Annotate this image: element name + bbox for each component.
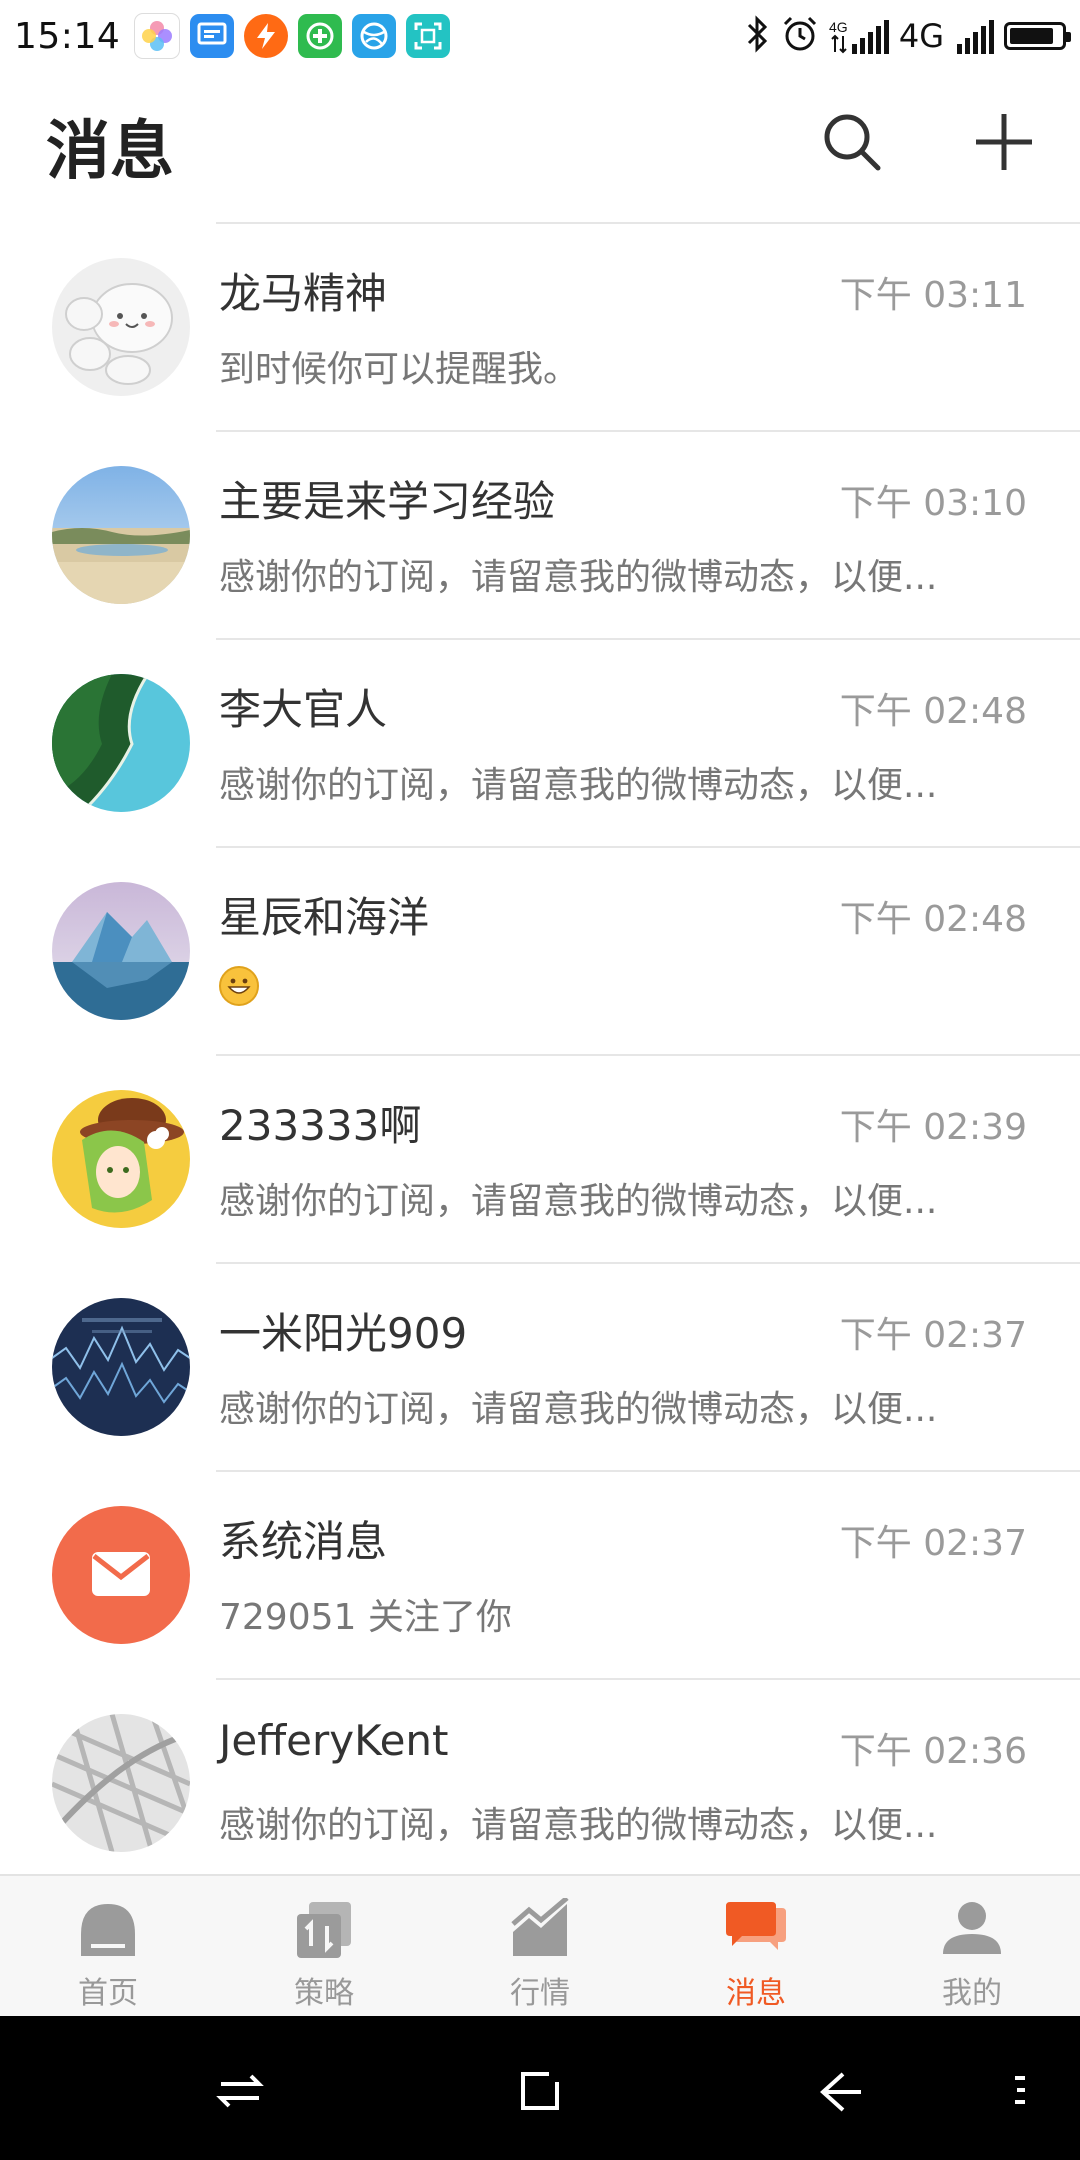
signal-strength-icon-2 — [954, 18, 994, 54]
message-item[interactable]: 系统消息 下午 02:37 729051 关注了你 — [0, 1470, 1080, 1678]
contact-name: 系统消息 — [219, 1517, 388, 1566]
back-arrow-icon — [820, 2072, 861, 2112]
message-preview: 感谢你的订阅，请留意我的微博动态，以便... — [219, 1181, 938, 1222]
switch-button[interactable] — [205, 2056, 275, 2126]
contact-name: 龙马精神 — [219, 269, 388, 318]
battery-icon — [1004, 22, 1071, 50]
message-app-icon — [190, 14, 235, 58]
network-type-label: 4G — [898, 17, 944, 55]
avatar[interactable] — [52, 1714, 190, 1852]
flash-app-icon — [244, 14, 289, 58]
divider — [216, 1470, 1080, 1472]
avatar[interactable] — [52, 1090, 190, 1228]
system-nav-bar — [0, 2016, 1080, 2160]
message-time: 下午 02:36 — [839, 1731, 1027, 1772]
square-icon — [521, 2072, 559, 2110]
profile-icon — [939, 1896, 1005, 1962]
divider — [216, 1678, 1080, 1680]
contact-name: 星辰和海洋 — [219, 893, 430, 942]
home-system-button[interactable] — [505, 2056, 575, 2126]
message-preview: 感谢你的订阅，请留意我的微博动态，以便... — [219, 765, 938, 806]
bottom-nav: 首页 策略 行情 消息 我的 — [0, 1874, 1080, 2016]
message-item[interactable]: 主要是来学习经验 下午 03:10 感谢你的订阅，请留意我的微博动态，以便... — [0, 430, 1080, 638]
back-button[interactable] — [805, 2056, 875, 2126]
alarm-icon — [781, 15, 819, 57]
message-time: 下午 02:37 — [839, 1523, 1027, 1564]
nav-label: 消息 — [726, 1976, 786, 2011]
message-preview: 到时候你可以提醒我。 — [219, 349, 580, 390]
status-left: 15:14 — [14, 13, 460, 59]
contact-name: 一米阳光909 — [219, 1309, 468, 1358]
photos-app-icon — [134, 13, 181, 59]
message-item[interactable]: 李大官人 下午 02:48 感谢你的订阅，请留意我的微博动态，以便... — [0, 638, 1080, 846]
message-preview: 感谢你的订阅，请留意我的微博动态，以便... — [219, 1805, 938, 1846]
message-item[interactable]: 龙马精神 下午 03:11 到时候你可以提醒我。 — [0, 222, 1080, 430]
message-time: 下午 02:48 — [839, 691, 1027, 732]
avatar[interactable] — [52, 674, 190, 812]
avatar[interactable] — [52, 882, 190, 1020]
menu-button[interactable] — [985, 2056, 1055, 2126]
message-item[interactable]: 星辰和海洋 下午 02:48 — [0, 846, 1080, 1054]
market-chart-icon — [507, 1896, 573, 1962]
bluetooth-icon — [745, 15, 771, 57]
search-icon — [824, 114, 881, 171]
message-preview: 729051 关注了你 — [219, 1597, 512, 1638]
divider — [216, 1262, 1080, 1264]
status-bar: 15:14 4G 4G — [0, 0, 1080, 72]
signal-strength-icon: 4G — [829, 18, 889, 54]
message-time: 下午 03:11 — [839, 275, 1027, 316]
divider — [216, 1054, 1080, 1056]
avatar[interactable] — [52, 466, 190, 604]
contact-name: 233333啊 — [219, 1101, 422, 1150]
nav-label: 我的 — [942, 1976, 1002, 2011]
contact-name: 李大官人 — [219, 685, 388, 734]
plus-icon — [976, 114, 1032, 170]
avatar[interactable] — [52, 1298, 190, 1436]
switch-arrows-icon — [216, 2074, 264, 2108]
home-icon — [75, 1896, 141, 1962]
add-app-icon — [298, 14, 343, 58]
header: 消息 — [0, 72, 1080, 222]
system-message-avatar[interactable] — [52, 1506, 190, 1644]
contact-name: 主要是来学习经验 — [219, 477, 556, 526]
message-time: 下午 02:48 — [839, 899, 1027, 940]
nav-profile[interactable]: 我的 — [864, 1876, 1080, 2016]
avatar[interactable] — [52, 258, 190, 396]
contact-name: JefferyKent — [219, 1716, 449, 1765]
divider — [216, 430, 1080, 432]
message-time: 下午 02:39 — [839, 1107, 1027, 1148]
ball-app-icon — [352, 14, 397, 58]
message-time: 下午 03:10 — [839, 483, 1027, 524]
divider — [216, 638, 1080, 640]
nav-market[interactable]: 行情 — [432, 1876, 648, 2016]
message-list[interactable]: 龙马精神 下午 03:11 到时候你可以提醒我。 主要是来学习经验 下午 03:… — [0, 222, 1080, 1874]
add-button[interactable] — [964, 102, 1044, 182]
nav-messages[interactable]: 消息 — [648, 1876, 864, 2016]
mail-icon — [92, 1552, 150, 1596]
battery-level — [1010, 28, 1053, 44]
svg-text:4G: 4G — [829, 19, 848, 35]
status-time: 15:14 — [14, 15, 121, 57]
search-button[interactable] — [812, 102, 892, 182]
message-time: 下午 02:37 — [839, 1315, 1027, 1356]
status-right: 4G 4G — [735, 15, 1071, 57]
divider — [216, 222, 1080, 224]
message-item[interactable]: 一米阳光909 下午 02:37 感谢你的订阅，请留意我的微博动态，以便... — [0, 1262, 1080, 1470]
nav-label: 行情 — [510, 1976, 570, 2011]
strategy-icon — [291, 1896, 357, 1962]
scan-app-icon — [406, 14, 451, 58]
nav-label: 首页 — [78, 1976, 138, 2011]
message-preview: 感谢你的订阅，请留意我的微博动态，以便... — [219, 1389, 938, 1430]
nav-strategy[interactable]: 策略 — [216, 1876, 432, 2016]
page-title: 消息 — [46, 115, 174, 189]
messages-icon — [723, 1896, 789, 1962]
nav-home[interactable]: 首页 — [0, 1876, 216, 2016]
message-preview: 感谢你的订阅，请留意我的微博动态，以便... — [219, 557, 938, 598]
nav-label: 策略 — [294, 1976, 354, 2011]
grinning-emoji-icon — [219, 966, 259, 1006]
divider — [216, 846, 1080, 848]
menu-dots-icon — [1015, 2076, 1025, 2104]
message-item[interactable]: 233333啊 下午 02:39 感谢你的订阅，请留意我的微博动态，以便... — [0, 1054, 1080, 1262]
message-item[interactable]: JefferyKent 下午 02:36 感谢你的订阅，请留意我的微博动态，以便… — [0, 1678, 1080, 1874]
